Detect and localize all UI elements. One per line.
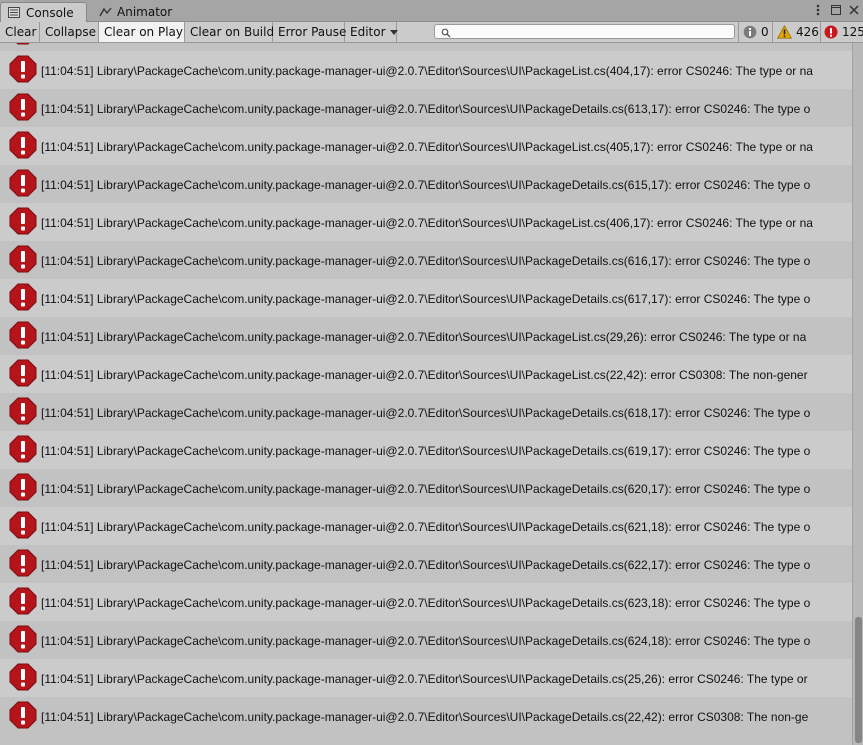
error-icon [9,55,37,83]
vertical-scrollbar[interactable] [852,43,863,745]
chevron-down-icon [389,29,398,35]
log-entry[interactable]: [11:04:51] Library\PackageCache\com.unit… [0,697,852,735]
log-entry[interactable]: [11:04:51] Library\PackageCache\com.unit… [0,583,852,621]
log-entry[interactable]: [11:04:51] Library\PackageCache\com.unit… [0,545,852,583]
log-entry[interactable]: [11:04:51] Library\PackageCache\com.unit… [0,203,852,241]
error-icon [9,549,37,577]
log-message: [11:04:51] Library\PackageCache\com.unit… [41,140,813,154]
error-icon [9,663,37,691]
clear-on-build-toggle[interactable]: Clear on Build [185,22,274,42]
log-message: [11:04:51] Library\PackageCache\com.unit… [41,710,809,724]
log-message: [11:04:51] Library\PackageCache\com.unit… [41,558,811,572]
log-entry[interactable]: [11:04:51] Library\PackageCache\com.unit… [0,355,852,393]
log-entry[interactable]: [11:04:51] Library\PackageCache\com.unit… [0,89,852,127]
log-message: [11:04:51] Library\PackageCache\com.unit… [41,330,807,344]
error-icon [9,397,37,425]
log-list[interactable]: [11:04:51] Library\PackageCache\com.unit… [0,43,852,745]
error-icon [9,245,37,273]
console-toolbar: Clear Collapse Clear on Play Clear on Bu… [0,22,863,43]
log-entry[interactable]: [11:04:51] Library\PackageCache\com.unit… [0,317,852,355]
tab-console-label: Console [26,5,74,20]
error-count-toggle[interactable]: 125 [820,22,863,42]
window-controls [812,4,860,16]
error-pause-toggle[interactable]: Error Pause [273,22,346,42]
tab-animator[interactable]: Animator [92,2,182,22]
log-message: [11:04:51] Library\PackageCache\com.unit… [41,482,811,496]
log-message: [11:04:51] Library\PackageCache\com.unit… [41,254,811,268]
error-icon [9,283,37,311]
warning-count: 426 [796,25,819,39]
clear-on-play-toggle[interactable]: Clear on Play [99,22,185,42]
warning-icon [777,25,792,39]
error-icon [9,587,37,615]
search-icon [441,27,451,41]
error-icon [824,25,838,39]
error-icon [9,701,37,729]
log-entry[interactable]: [11:04:51] Library\PackageCache\com.unit… [0,241,852,279]
log-message: [11:04:51] Library\PackageCache\com.unit… [41,102,811,116]
error-icon [9,359,37,387]
warning-count-toggle[interactable]: 426 [772,22,820,42]
close-icon[interactable] [848,4,860,16]
error-icon [9,321,37,349]
log-entry[interactable]: [11:04:51] Library\PackageCache\com.unit… [0,659,852,697]
tab-console[interactable]: Console [0,2,87,22]
error-icon [9,473,37,501]
log-entry[interactable]: [11:04:51] Library\PackageCache\com.unit… [0,469,852,507]
clear-button[interactable]: Clear [0,22,40,42]
log-message: [11:04:51] Library\PackageCache\com.unit… [41,292,811,306]
info-count: 0 [761,25,769,39]
error-icon [9,207,37,235]
log-entry[interactable]: [11:04:51] Library\PackageCache\com.unit… [0,621,852,659]
animator-icon [98,6,112,18]
log-message: [11:04:51] Library\PackageCache\com.unit… [41,596,811,610]
error-count: 125 [842,25,863,39]
log-entry[interactable]: [11:04:51] Library\PackageCache\com.unit… [0,51,852,89]
log-entry[interactable]: [11:04:51] Library\PackageCache\com.unit… [0,393,852,431]
error-icon [9,625,37,653]
error-icon [9,93,37,121]
log-message: [11:04:51] Library\PackageCache\com.unit… [41,178,811,192]
log-message: [11:04:51] Library\PackageCache\com.unit… [41,520,811,534]
log-message: [11:04:51] Library\PackageCache\com.unit… [41,368,808,382]
error-icon [9,511,37,539]
info-icon [743,25,757,39]
collapse-toggle[interactable]: Collapse [40,22,99,42]
log-message: [11:04:51] Library\PackageCache\com.unit… [41,216,813,230]
log-message: [11:04:51] Library\PackageCache\com.unit… [41,444,811,458]
kebab-menu-icon[interactable] [812,4,824,16]
console-icon [7,7,21,19]
log-message: [11:04:51] Library\PackageCache\com.unit… [41,634,811,648]
log-message: [11:04:51] Library\PackageCache\com.unit… [41,406,811,420]
tab-animator-label: Animator [117,5,173,19]
tab-bar: Console Animator [0,0,863,22]
log-message: [11:04:51] Library\PackageCache\com.unit… [41,672,808,686]
log-entry[interactable]: [11:04:51] Library\PackageCache\com.unit… [0,279,852,317]
log-entry[interactable]: [11:04:51] Library\PackageCache\com.unit… [0,507,852,545]
editor-dropdown[interactable]: Editor [345,22,398,42]
log-message: [11:04:51] Library\PackageCache\com.unit… [41,64,813,78]
error-icon [9,43,37,45]
search-input[interactable] [434,24,735,39]
scrollbar-thumb[interactable] [855,617,862,743]
log-entry[interactable]: [11:04:51] Library\PackageCache\com.unit… [0,165,852,203]
log-row-partial[interactable] [0,43,852,51]
maximize-icon[interactable] [830,4,842,16]
editor-dropdown-label: Editor [350,25,386,39]
info-count-toggle[interactable]: 0 [738,22,772,42]
error-icon [9,169,37,197]
error-icon [9,131,37,159]
log-entry[interactable]: [11:04:51] Library\PackageCache\com.unit… [0,431,852,469]
log-entry[interactable]: [11:04:51] Library\PackageCache\com.unit… [0,127,852,165]
error-icon [9,435,37,463]
